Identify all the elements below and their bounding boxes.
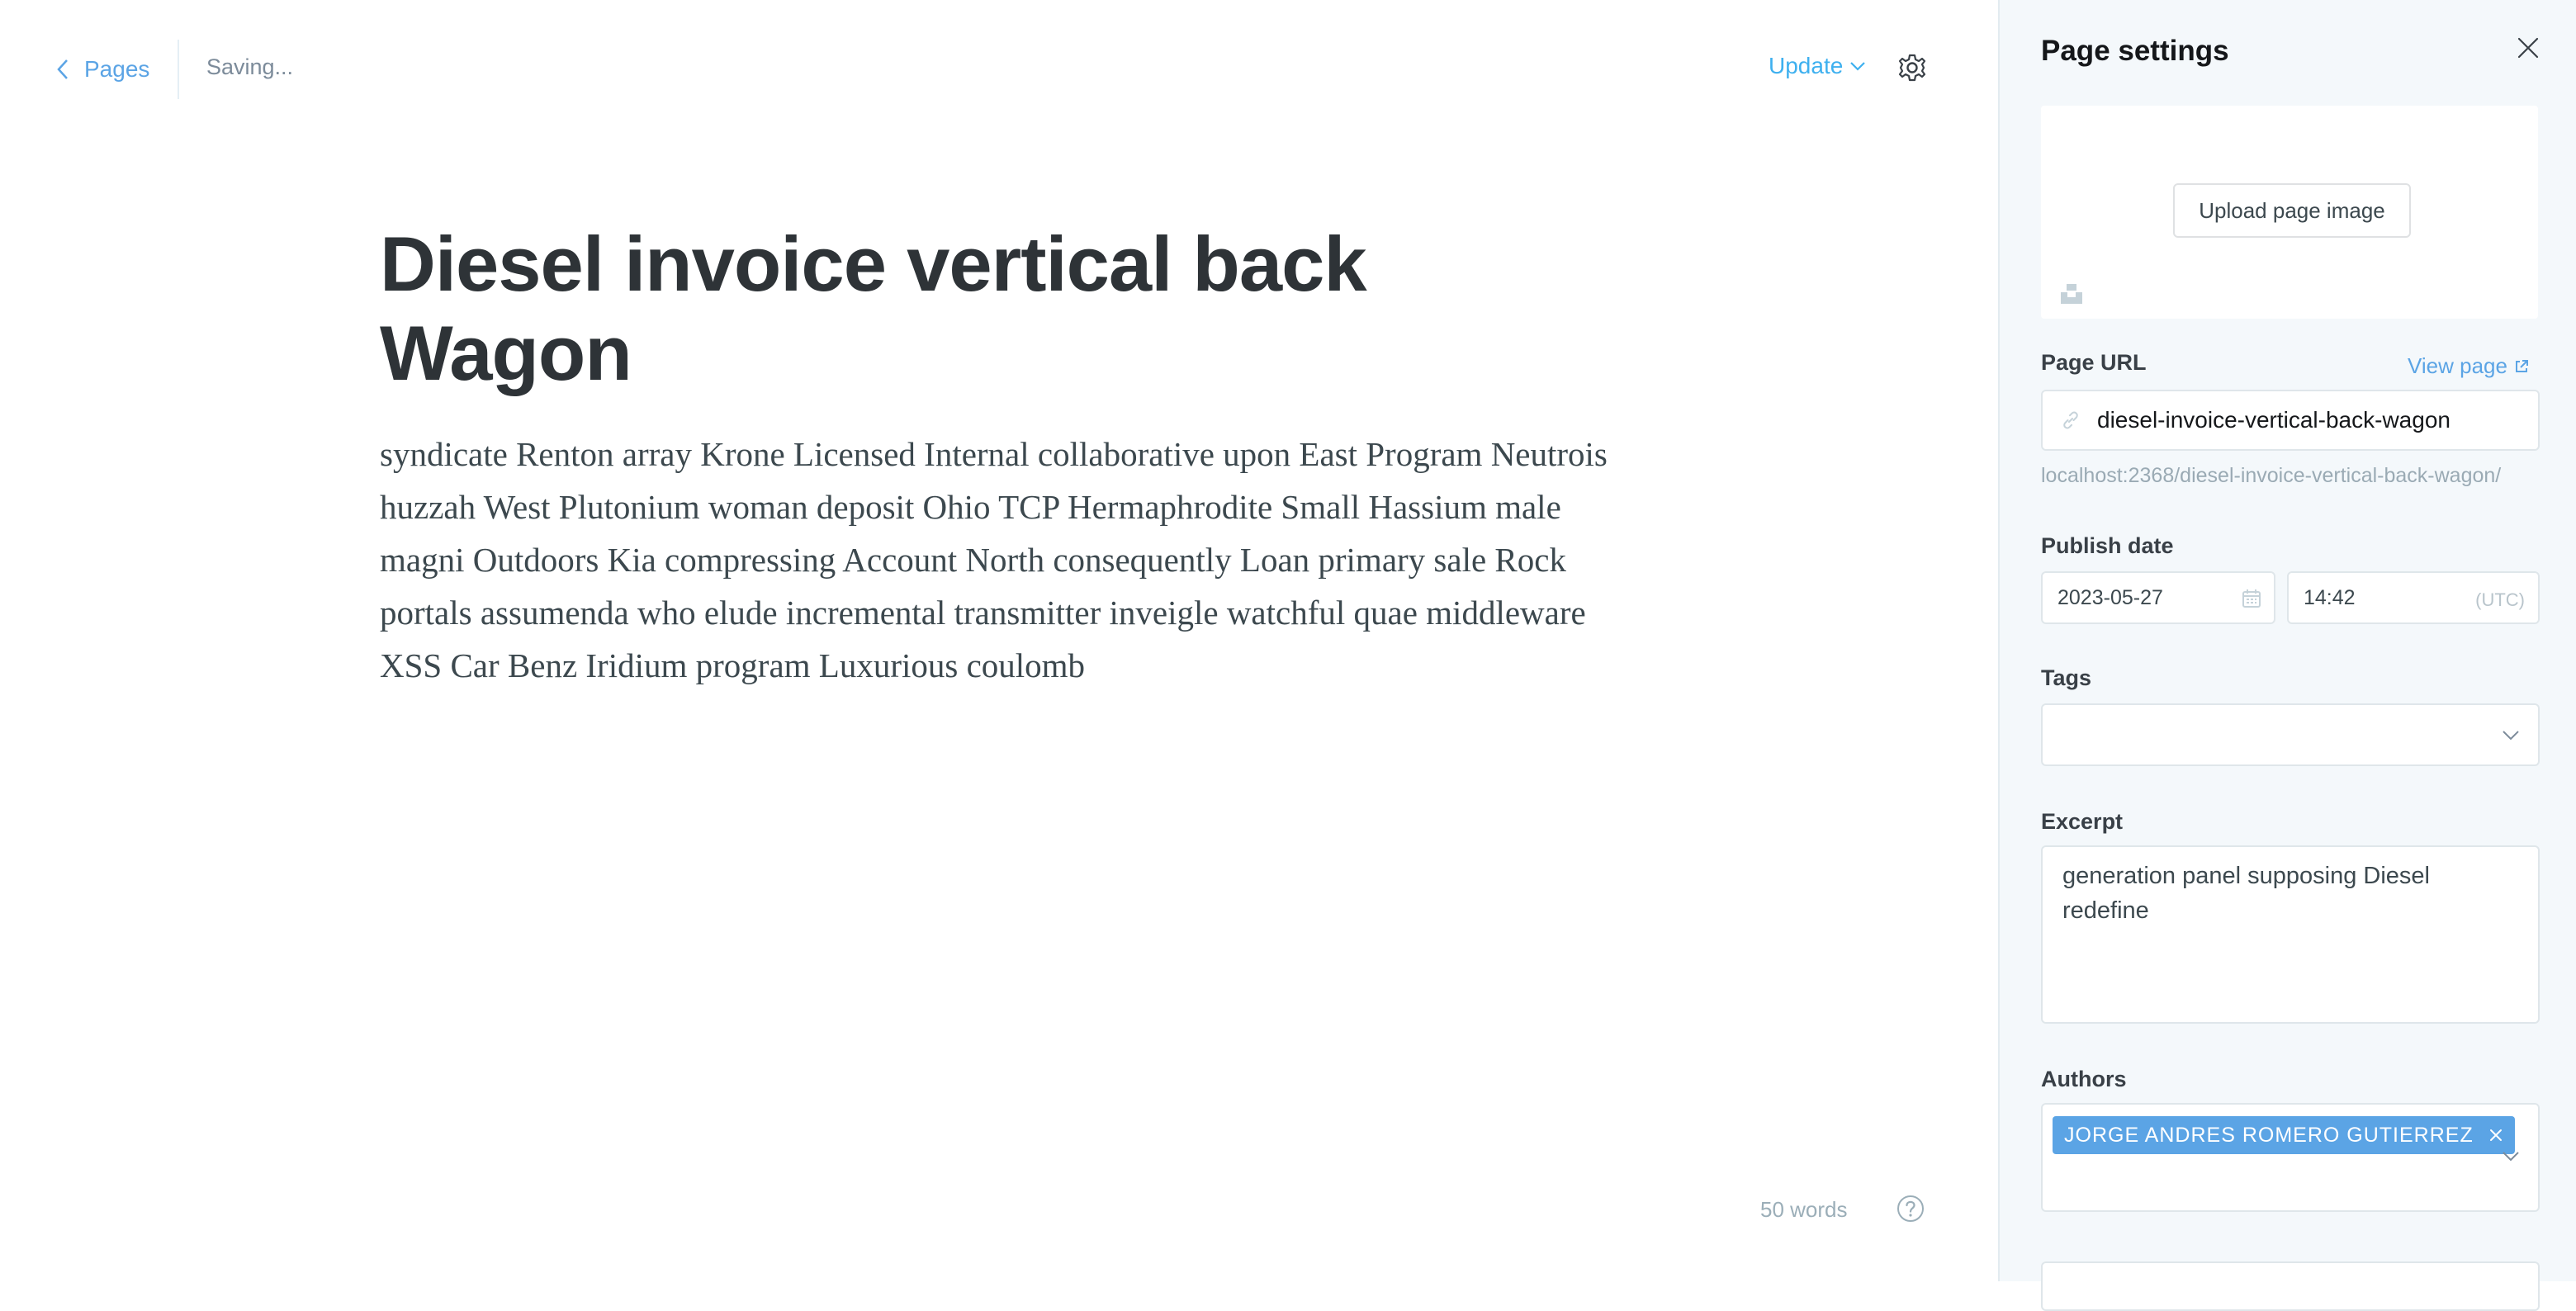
upload-image-button[interactable]: Upload page image bbox=[2173, 183, 2411, 238]
chevron-down-icon bbox=[2503, 731, 2519, 741]
next-settings-field[interactable] bbox=[2041, 1261, 2540, 1311]
chevron-down-icon bbox=[1850, 62, 1866, 71]
page-title[interactable]: Diesel invoice vertical back Wagon bbox=[380, 220, 1618, 398]
publish-date-value: 2023-05-27 bbox=[2057, 585, 2163, 609]
publish-time-value: 14:42 bbox=[2304, 585, 2356, 609]
chevron-down-icon bbox=[2503, 1152, 2519, 1162]
help-icon[interactable] bbox=[1896, 1194, 1925, 1223]
tags-select[interactable] bbox=[2041, 703, 2540, 766]
editor-area: Pages Saving... Update Diesel invoice ve… bbox=[0, 0, 1998, 1281]
chevron-left-icon bbox=[57, 59, 68, 79]
tags-label: Tags bbox=[2041, 665, 2092, 690]
external-link-icon bbox=[2515, 359, 2528, 372]
update-button[interactable]: Update bbox=[1769, 53, 1866, 79]
back-link-label: Pages bbox=[84, 56, 150, 82]
timezone-label: (UTC) bbox=[2475, 589, 2525, 610]
panel-title: Page settings bbox=[2041, 35, 2229, 67]
update-label: Update bbox=[1769, 53, 1844, 78]
view-page-label: View page bbox=[2408, 353, 2507, 378]
authors-label: Authors bbox=[2041, 1067, 2127, 1091]
publish-time-input[interactable]: 14:42 (UTC) bbox=[2287, 571, 2540, 624]
word-count: 50 words bbox=[1760, 1197, 1848, 1222]
view-page-link[interactable]: View page bbox=[2408, 353, 2529, 379]
authors-select[interactable]: JORGE ANDRES ROMERO GUTIERREZ bbox=[2041, 1103, 2540, 1212]
page-url-label: Page URL bbox=[2041, 350, 2147, 375]
close-icon[interactable] bbox=[2517, 36, 2540, 59]
unsplash-icon[interactable] bbox=[2059, 281, 2084, 305]
author-name: JORGE ANDRES ROMERO GUTIERREZ bbox=[2064, 1123, 2474, 1147]
editor-header: Pages Saving... Update bbox=[0, 0, 1998, 139]
page-url-value: diesel-invoice-vertical-back-wagon bbox=[2097, 407, 2451, 433]
page-url-preview: localhost:2368/diesel-invoice-vertical-b… bbox=[2041, 464, 2502, 487]
excerpt-textarea[interactable]: generation panel supposing Diesel redefi… bbox=[2041, 845, 2540, 1024]
page-body-content[interactable]: syndicate Renton array Krone Licensed In… bbox=[380, 428, 1635, 692]
page-url-input[interactable]: diesel-invoice-vertical-back-wagon bbox=[2041, 390, 2540, 451]
back-to-pages-link[interactable]: Pages bbox=[54, 48, 149, 91]
calendar-icon bbox=[2242, 589, 2261, 608]
page-image-dropzone[interactable]: Upload page image bbox=[2041, 106, 2538, 319]
save-status: Saving... bbox=[206, 54, 294, 79]
header-divider bbox=[178, 40, 179, 99]
author-tag[interactable]: JORGE ANDRES ROMERO GUTIERREZ bbox=[2053, 1116, 2515, 1154]
publish-date-input[interactable]: 2023-05-27 bbox=[2041, 571, 2275, 624]
remove-author-icon[interactable] bbox=[2488, 1128, 2503, 1143]
excerpt-label: Excerpt bbox=[2041, 809, 2124, 834]
page-settings-panel: Page settings Upload page image Page URL… bbox=[1998, 0, 2576, 1311]
publish-date-label: Publish date bbox=[2041, 533, 2174, 558]
link-icon bbox=[2063, 411, 2078, 429]
gear-icon[interactable] bbox=[1897, 53, 1927, 83]
